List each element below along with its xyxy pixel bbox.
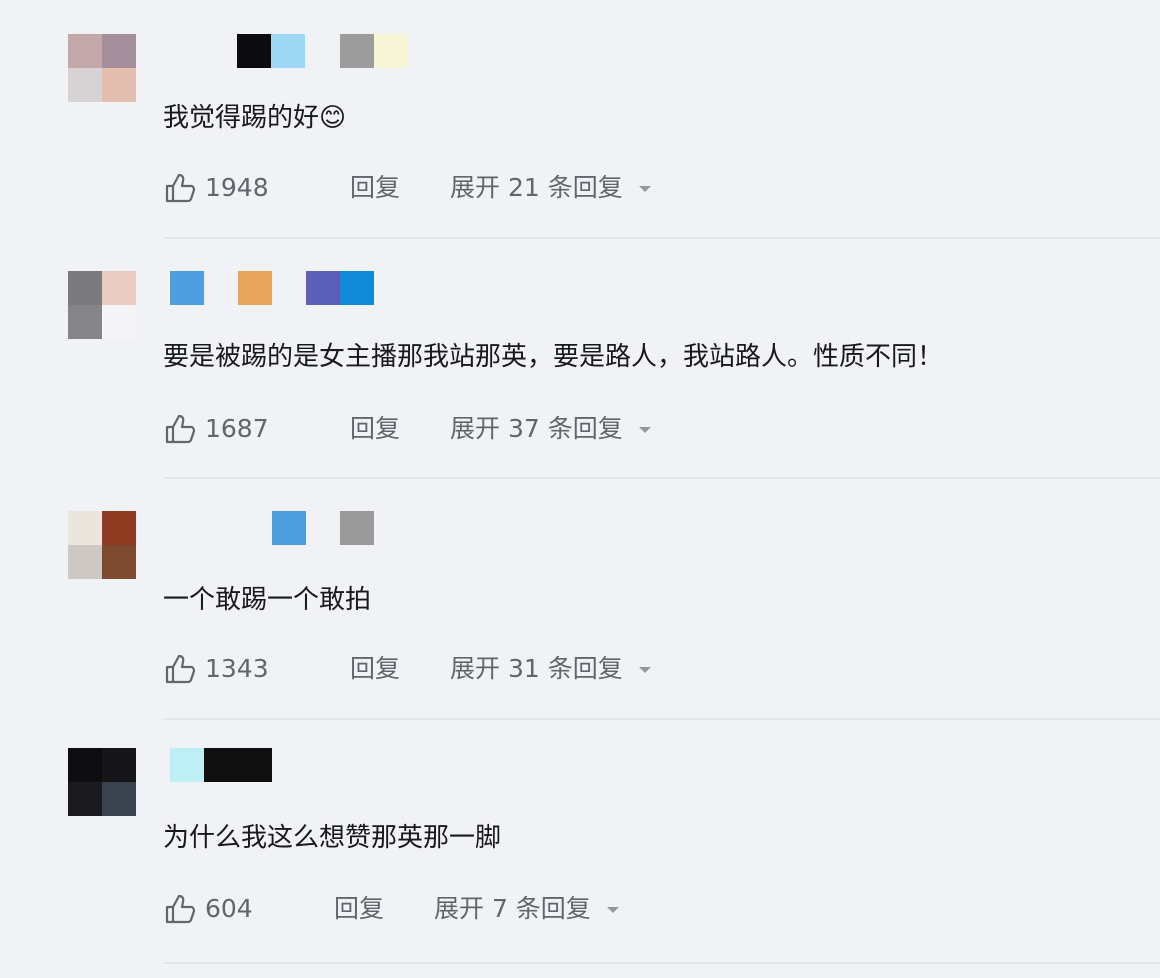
- avatar[interactable]: [68, 34, 136, 102]
- like-count: 1343: [205, 654, 269, 683]
- comment-item: 一个敢踢一个敢拍 1343 回复 展开 31 条回复: [0, 511, 1160, 711]
- avatar[interactable]: [68, 748, 136, 816]
- like-button[interactable]: 1948: [163, 171, 269, 205]
- thumbs-up-icon: [165, 654, 196, 684]
- reply-button[interactable]: 回复: [350, 652, 400, 686]
- divider: [163, 962, 1160, 964]
- comment-text: 我觉得踢的好😊: [163, 103, 347, 133]
- divider: [163, 718, 1160, 720]
- divider: [163, 237, 1160, 239]
- expand-replies-button[interactable]: 展开 21 条回复: [450, 171, 651, 205]
- like-button[interactable]: 1687: [163, 412, 269, 446]
- avatar[interactable]: [68, 511, 136, 579]
- like-button[interactable]: 1343: [163, 652, 269, 686]
- comment-item: 为什么我这么想赞那英那一脚 604 回复 展开 7 条回复: [0, 748, 1160, 948]
- like-count: 1948: [205, 173, 269, 202]
- thumbs-up-icon: [165, 894, 196, 924]
- expand-replies-button[interactable]: 展开 31 条回复: [450, 652, 651, 686]
- reply-button[interactable]: 回复: [334, 892, 384, 926]
- reply-button[interactable]: 回复: [350, 412, 400, 446]
- expand-replies-button[interactable]: 展开 37 条回复: [450, 412, 651, 446]
- caret-down-icon: [606, 907, 619, 913]
- divider: [163, 477, 1160, 479]
- reply-button[interactable]: 回复: [350, 171, 400, 205]
- expand-replies-label: 展开 21 条回复: [450, 173, 623, 202]
- expand-replies-label: 展开 37 条回复: [450, 414, 623, 443]
- comment-text: 一个敢踢一个敢拍: [163, 585, 372, 615]
- caret-down-icon: [638, 186, 651, 192]
- expand-replies-button[interactable]: 展开 7 条回复: [434, 892, 619, 926]
- avatar[interactable]: [68, 271, 136, 339]
- comment-item: 要是被踢的是女主播那我站那英，要是路人，我站路人。性质不同！ 1687 回复 展…: [0, 271, 1160, 471]
- comment-text: 为什么我这么想赞那英那一脚: [163, 823, 502, 853]
- like-count: 604: [205, 894, 253, 923]
- comment-text: 要是被踢的是女主播那我站那英，要是路人，我站路人。性质不同！: [163, 342, 944, 372]
- thumbs-up-icon: [165, 414, 196, 444]
- thumbs-up-icon: [165, 173, 196, 203]
- expand-replies-label: 展开 7 条回复: [434, 894, 591, 923]
- comment-item: 我觉得踢的好😊 1948 回复 展开 21 条回复: [0, 34, 1160, 234]
- like-button[interactable]: 604: [163, 892, 253, 926]
- caret-down-icon: [638, 427, 651, 433]
- caret-down-icon: [638, 667, 651, 673]
- expand-replies-label: 展开 31 条回复: [450, 654, 623, 683]
- like-count: 1687: [205, 414, 269, 443]
